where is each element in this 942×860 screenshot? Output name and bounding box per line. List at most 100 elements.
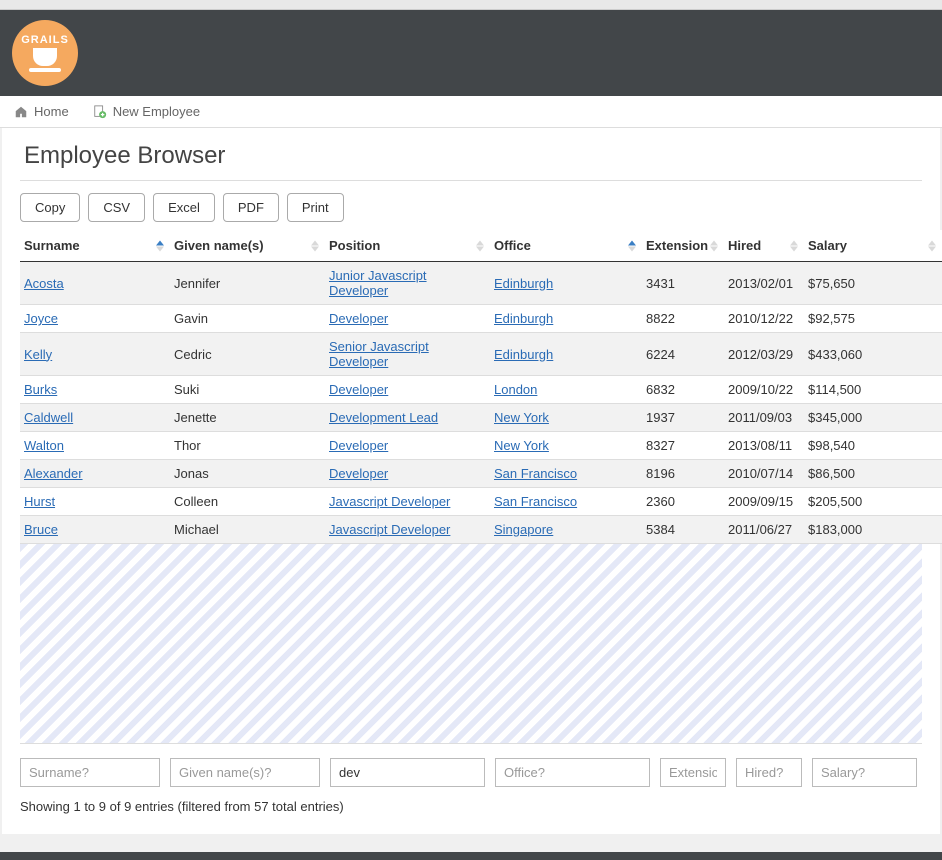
cell-salary: $433,060: [804, 333, 942, 376]
sort-icon: [928, 240, 936, 251]
cell-extension: 6224: [642, 333, 724, 376]
office-link[interactable]: London: [494, 382, 537, 397]
col-header-given[interactable]: Given name(s): [170, 230, 325, 262]
col-header-extension-label: Extension: [646, 238, 708, 253]
office-link[interactable]: Singapore: [494, 522, 553, 537]
cell-hired: 2010/07/14: [724, 460, 804, 488]
footer-bar: [0, 852, 942, 860]
table-row: BurksSukiDeveloperLondon68322009/10/22$1…: [20, 376, 942, 404]
filter-salary[interactable]: [812, 758, 917, 787]
table-row: CaldwellJenetteDevelopment LeadNew York1…: [20, 404, 942, 432]
cell-salary: $75,650: [804, 262, 942, 305]
export-toolbar: Copy CSV Excel PDF Print: [20, 193, 922, 222]
cell-salary: $86,500: [804, 460, 942, 488]
col-header-surname-label: Surname: [24, 238, 80, 253]
cell-extension: 6832: [642, 376, 724, 404]
position-link[interactable]: Developer: [329, 311, 388, 326]
cell-given: Jonas: [170, 460, 325, 488]
csv-button[interactable]: CSV: [88, 193, 145, 222]
navbar: Home New Employee: [0, 96, 942, 128]
surname-link[interactable]: Caldwell: [24, 410, 73, 425]
filter-hired[interactable]: [736, 758, 802, 787]
col-header-salary[interactable]: Salary: [804, 230, 942, 262]
copy-button[interactable]: Copy: [20, 193, 80, 222]
col-header-office-label: Office: [494, 238, 531, 253]
surname-link[interactable]: Hurst: [24, 494, 55, 509]
page-title: Employee Browser: [20, 142, 922, 181]
cell-given: Jenette: [170, 404, 325, 432]
sort-icon: [476, 240, 484, 251]
app-header: GRAILS: [0, 10, 942, 96]
filter-extension[interactable]: [660, 758, 726, 787]
office-link[interactable]: Edinburgh: [494, 276, 553, 291]
table-row: WaltonThorDeveloperNew York83272013/08/1…: [20, 432, 942, 460]
col-header-surname[interactable]: Surname: [20, 230, 170, 262]
office-link[interactable]: New York: [494, 438, 549, 453]
position-link[interactable]: Developer: [329, 466, 388, 481]
col-header-position[interactable]: Position: [325, 230, 490, 262]
sort-asc-icon: [628, 240, 636, 251]
office-link[interactable]: San Francisco: [494, 466, 577, 481]
surname-link[interactable]: Walton: [24, 438, 64, 453]
position-link[interactable]: Senior Javascript Developer: [329, 339, 429, 369]
nav-home[interactable]: Home: [14, 104, 69, 119]
cell-salary: $205,500: [804, 488, 942, 516]
cell-hired: 2013/08/11: [724, 432, 804, 460]
nav-new-employee[interactable]: New Employee: [93, 104, 200, 119]
col-header-extension[interactable]: Extension: [642, 230, 724, 262]
surname-link[interactable]: Acosta: [24, 276, 64, 291]
surname-link[interactable]: Burks: [24, 382, 57, 397]
position-link[interactable]: Javascript Developer: [329, 494, 450, 509]
cell-extension: 3431: [642, 262, 724, 305]
col-header-hired[interactable]: Hired: [724, 230, 804, 262]
filter-position[interactable]: [330, 758, 485, 787]
sort-icon: [311, 240, 319, 251]
new-employee-icon: [93, 105, 107, 119]
table-row: KellyCedricSenior Javascript DeveloperEd…: [20, 333, 942, 376]
table-row: AcostaJenniferJunior Javascript Develope…: [20, 262, 942, 305]
surname-link[interactable]: Kelly: [24, 347, 52, 362]
office-link[interactable]: Edinburgh: [494, 311, 553, 326]
cell-salary: $183,000: [804, 516, 942, 544]
cell-hired: 2010/12/22: [724, 305, 804, 333]
position-link[interactable]: Developer: [329, 382, 388, 397]
surname-link[interactable]: Alexander: [24, 466, 83, 481]
office-link[interactable]: Edinburgh: [494, 347, 553, 362]
column-filters: [20, 758, 922, 787]
cell-salary: $98,540: [804, 432, 942, 460]
table-row: Alexander Jonas Developer San Francisco 8196…: [20, 460, 942, 488]
office-link[interactable]: San Francisco: [494, 494, 577, 509]
logo-cup-icon: [27, 48, 63, 70]
sort-icon: [710, 240, 718, 251]
pdf-button[interactable]: PDF: [223, 193, 279, 222]
filter-surname[interactable]: [20, 758, 160, 787]
excel-button[interactable]: Excel: [153, 193, 215, 222]
cell-salary: $345,000: [804, 404, 942, 432]
cell-extension: 8822: [642, 305, 724, 333]
cell-given: Michael: [170, 516, 325, 544]
position-link[interactable]: Javascript Developer: [329, 522, 450, 537]
filter-office[interactable]: [495, 758, 650, 787]
col-header-salary-label: Salary: [808, 238, 847, 253]
browser-chrome-strip: [0, 0, 942, 10]
filter-given[interactable]: [170, 758, 320, 787]
position-link[interactable]: Development Lead: [329, 410, 438, 425]
employee-table: Surname Given name(s) Position Office Ex…: [20, 230, 942, 544]
surname-link[interactable]: Bruce: [24, 522, 58, 537]
cell-salary: $114,500: [804, 376, 942, 404]
cell-extension: 5384: [642, 516, 724, 544]
cell-hired: 2011/06/27: [724, 516, 804, 544]
position-link[interactable]: Developer: [329, 438, 388, 453]
office-link[interactable]: New York: [494, 410, 549, 425]
cell-given: Gavin: [170, 305, 325, 333]
cell-extension: 8327: [642, 432, 724, 460]
grails-logo: GRAILS: [12, 20, 78, 86]
position-link[interactable]: Junior Javascript Developer: [329, 268, 427, 298]
cell-extension: 2360: [642, 488, 724, 516]
cell-extension: 8196: [642, 460, 724, 488]
print-button[interactable]: Print: [287, 193, 344, 222]
cell-given: Colleen: [170, 488, 325, 516]
col-header-office[interactable]: Office: [490, 230, 642, 262]
surname-link[interactable]: Joyce: [24, 311, 58, 326]
content: Employee Browser Copy CSV Excel PDF Prin…: [2, 128, 940, 834]
